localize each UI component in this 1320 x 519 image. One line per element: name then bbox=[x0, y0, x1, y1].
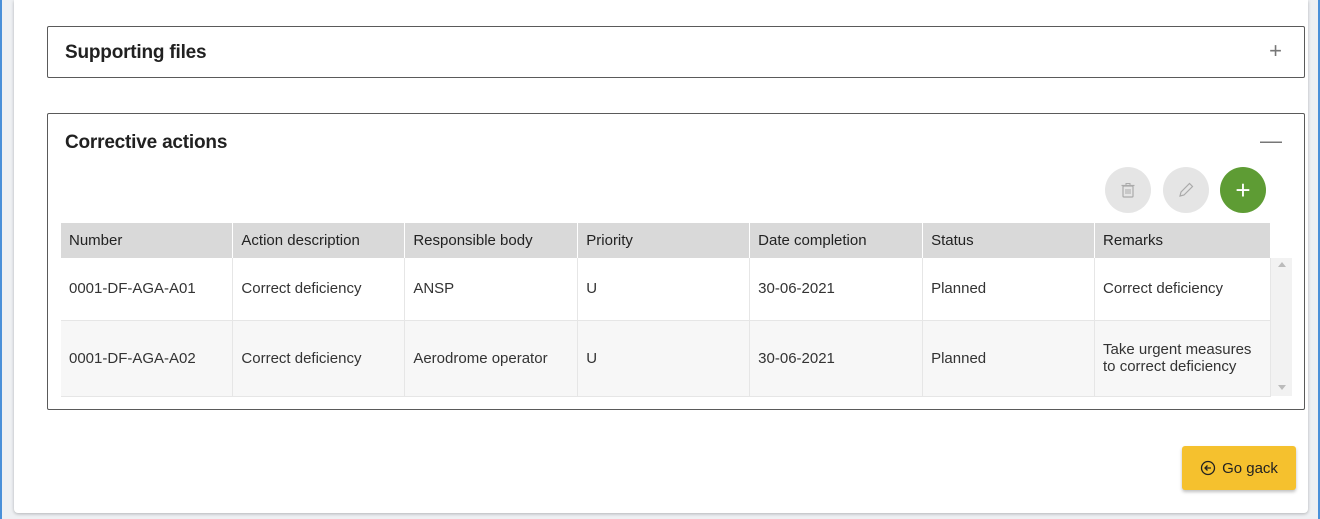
column-header[interactable]: Action description bbox=[232, 223, 406, 258]
edit-button[interactable] bbox=[1163, 167, 1209, 213]
table-cell: Correct deficiency bbox=[232, 320, 406, 397]
scroll-up-icon[interactable] bbox=[1278, 262, 1286, 267]
trash-icon bbox=[1121, 183, 1135, 198]
expand-icon[interactable]: + bbox=[1269, 40, 1282, 62]
table-cell: Planned bbox=[922, 320, 1096, 397]
corrective-actions-panel: Corrective actions — + Number Action des… bbox=[47, 113, 1305, 410]
table-cell: Planned bbox=[922, 258, 1096, 321]
go-back-label: Go gack bbox=[1222, 459, 1278, 477]
table-cell: U bbox=[577, 258, 751, 321]
table-cell: 30-06-2021 bbox=[749, 258, 924, 321]
table-cell: Aerodrome operator bbox=[404, 320, 579, 397]
plus-icon: + bbox=[1235, 174, 1251, 205]
column-header[interactable]: Priority bbox=[577, 223, 751, 258]
add-button[interactable]: + bbox=[1220, 167, 1266, 213]
go-back-button[interactable]: Go gack bbox=[1182, 446, 1296, 490]
corrective-actions-title: Corrective actions bbox=[65, 132, 228, 153]
table-row[interactable]: 0001-DF-AGA-A02 Correct deficiency Aerod… bbox=[61, 320, 1271, 397]
collapse-icon[interactable]: — bbox=[1260, 130, 1282, 152]
column-header[interactable]: Number bbox=[61, 223, 234, 258]
pencil-icon bbox=[1179, 182, 1194, 197]
table-header-row: Number Action description Responsible bo… bbox=[61, 223, 1271, 258]
table-scrollbar[interactable] bbox=[1271, 258, 1292, 396]
table-cell: U bbox=[577, 320, 751, 397]
table-cell: Take urgent measures to correct deficien… bbox=[1094, 320, 1271, 397]
supporting-files-panel[interactable]: Supporting files + bbox=[47, 26, 1305, 78]
scroll-down-icon[interactable] bbox=[1278, 385, 1286, 390]
delete-button[interactable] bbox=[1105, 167, 1151, 213]
table-cell: 0001-DF-AGA-A02 bbox=[61, 320, 234, 397]
table-cell: 30-06-2021 bbox=[749, 320, 924, 397]
column-header[interactable]: Date completion bbox=[749, 223, 924, 258]
column-header[interactable]: Responsible body bbox=[404, 223, 579, 258]
column-header[interactable]: Remarks bbox=[1094, 223, 1271, 258]
corrective-actions-table: Number Action description Responsible bo… bbox=[61, 223, 1271, 397]
table-cell: 0001-DF-AGA-A01 bbox=[61, 258, 234, 321]
table-cell: Correct deficiency bbox=[1094, 258, 1271, 321]
content-card: Supporting files + Corrective actions — … bbox=[14, 0, 1308, 513]
supporting-files-title: Supporting files bbox=[65, 42, 207, 63]
column-header[interactable]: Status bbox=[922, 223, 1096, 258]
table-row[interactable]: 0001-DF-AGA-A01 Correct deficiency ANSP … bbox=[61, 258, 1271, 321]
table-cell: ANSP bbox=[404, 258, 579, 321]
circle-arrow-left-icon bbox=[1200, 460, 1216, 476]
table-cell: Correct deficiency bbox=[232, 258, 406, 321]
